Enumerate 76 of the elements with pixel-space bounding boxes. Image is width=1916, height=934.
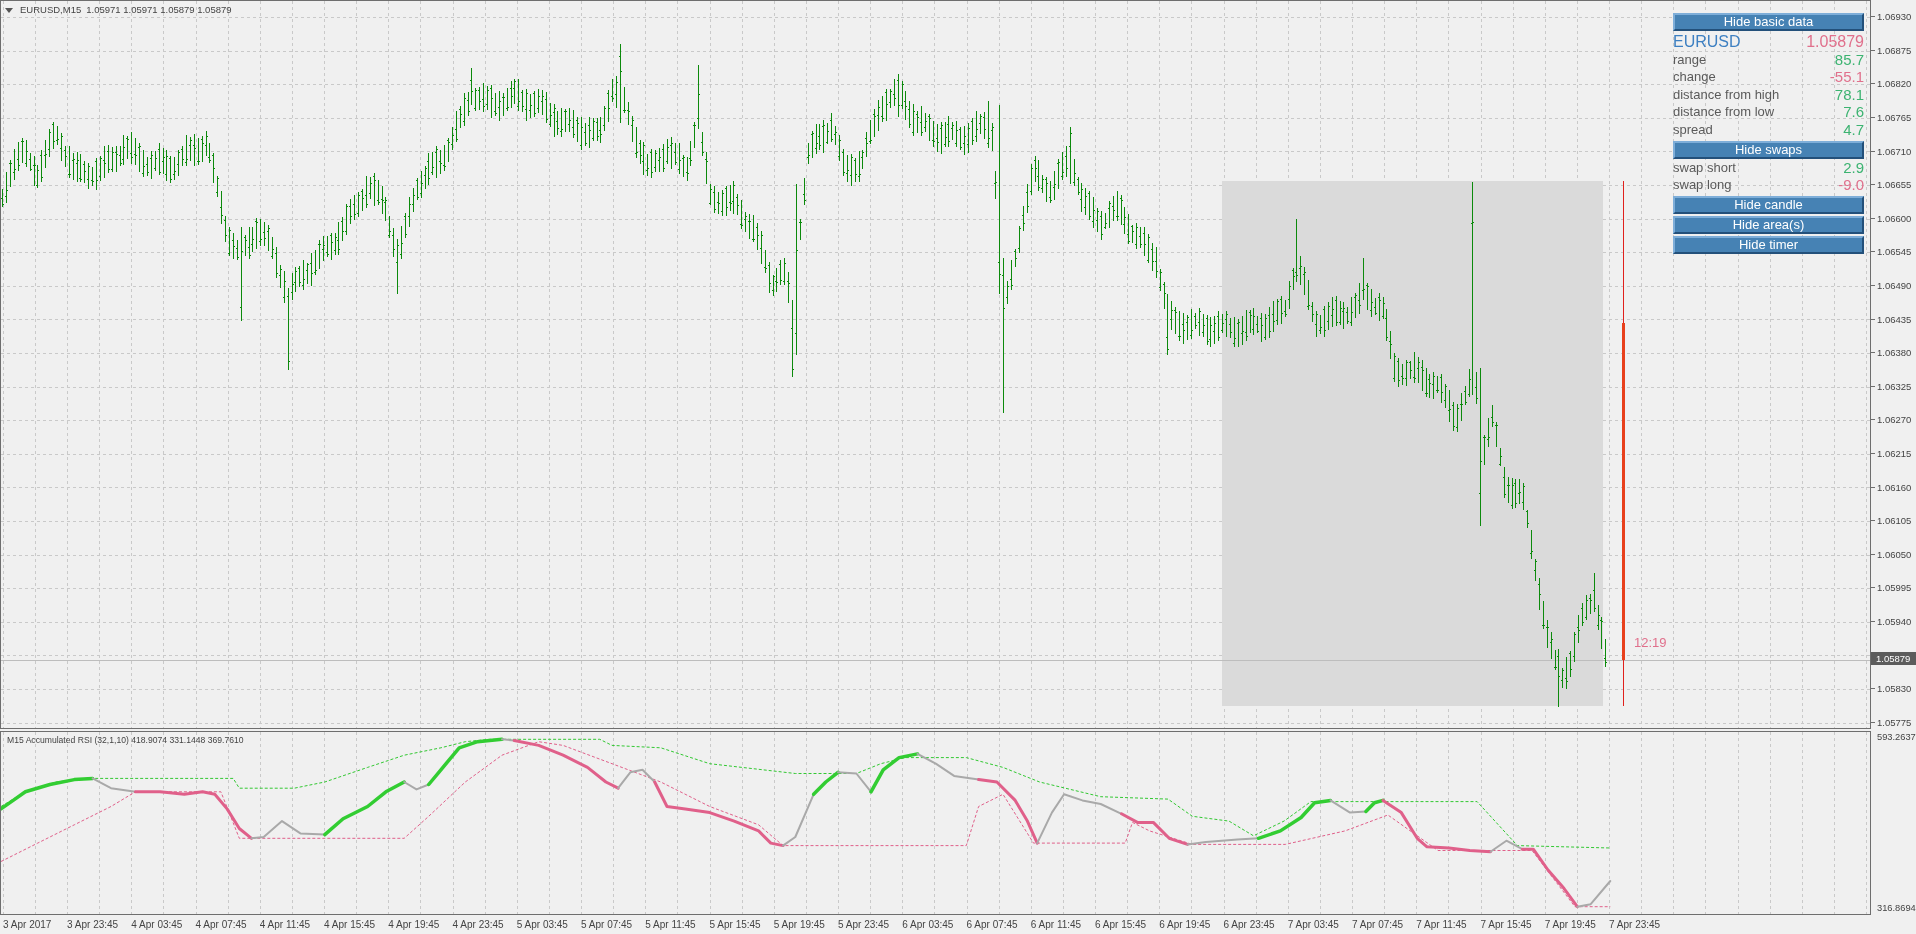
data-label: distance from low — [1673, 105, 1775, 120]
hide-button[interactable]: Hide candle — [1673, 196, 1864, 215]
caret-icon[interactable] — [5, 7, 13, 13]
current-price-tag: 1.05879 — [1871, 652, 1916, 666]
data-value: -9.0 — [1838, 177, 1864, 194]
time-axis-label: 5 Apr 07:45 — [581, 919, 634, 930]
time-axis-label: 6 Apr 07:45 — [966, 919, 1019, 930]
time-axis-label: 4 Apr 15:45 — [324, 919, 377, 930]
time-axis-label: 7 Apr 07:45 — [1352, 919, 1405, 930]
price-axis-label: 1.06600 — [1877, 212, 1912, 224]
data-value: -55.1 — [1829, 69, 1864, 86]
data-label: change — [1673, 70, 1716, 85]
data-value: 7.6 — [1843, 104, 1864, 121]
time-axis-label: 5 Apr 19:45 — [773, 919, 826, 930]
price-axis-label: 1.05995 — [1877, 582, 1912, 594]
time-axis-label: 6 Apr 23:45 — [1223, 919, 1276, 930]
indicator-axis-label: 316.8694 — [1877, 903, 1916, 913]
price-axis-label: 1.06490 — [1877, 280, 1912, 292]
time-axis-label: 7 Apr 11:45 — [1416, 919, 1468, 930]
time-axis-label: 7 Apr 15:45 — [1480, 919, 1533, 930]
time-axis-label: 6 Apr 19:45 — [1159, 919, 1212, 930]
time-axis-label: 4 Apr 03:45 — [131, 919, 184, 930]
data-value: 78.1 — [1834, 86, 1864, 104]
price-axis-label: 1.06875 — [1877, 44, 1912, 56]
price-axis-label: 1.06435 — [1877, 313, 1912, 325]
price-axis-label: 1.06765 — [1877, 112, 1912, 124]
time-axis-label: 6 Apr 11:45 — [1030, 919, 1083, 930]
data-label: distance from high — [1673, 87, 1780, 103]
symbol-name: EURUSD — [1673, 32, 1741, 51]
indicator-axis-label: 593.2637 — [1877, 732, 1916, 742]
time-axis-label: 5 Apr 15:45 — [709, 919, 762, 930]
data-label: range — [1673, 52, 1707, 67]
price-axis-label: 1.06270 — [1877, 414, 1912, 426]
data-label: spread — [1673, 123, 1713, 138]
hide-button[interactable]: Hide basic data — [1673, 13, 1864, 31]
price-axis-label: 1.06820 — [1877, 78, 1912, 90]
chart-symbol: EURUSD,M15 — [20, 4, 82, 16]
time-axis-label: 4 Apr 19:45 — [388, 919, 441, 930]
time-axis-label: 7 Apr 23:45 — [1609, 919, 1662, 930]
ohlc-values: 1.05971 1.05971 1.05879 1.05879 — [86, 4, 232, 16]
price-axis-label: 1.06050 — [1877, 548, 1912, 560]
price-axis-label: 1.05775 — [1877, 716, 1912, 728]
time-axis-label: 4 Apr 07:45 — [195, 919, 248, 930]
hide-button[interactable]: Hide swaps — [1673, 140, 1864, 159]
time-axis-label: 7 Apr 19:45 — [1544, 919, 1597, 930]
price-axis-label: 1.06160 — [1877, 481, 1912, 493]
candle-timer: 12:19 — [1634, 635, 1667, 650]
price-axis-label: 1.06545 — [1877, 246, 1912, 258]
price-axis-label: 1.06710 — [1877, 145, 1912, 157]
symbol-price: 1.05879 — [1806, 32, 1864, 51]
price-axis-label: 1.06380 — [1877, 347, 1912, 359]
price-axis-label: 1.05940 — [1877, 616, 1912, 627]
price-axis-label: 1.06105 — [1877, 515, 1912, 527]
indicator-title: M15 Accumulated RSI (32,1,10) 418.9074 331.1448 369.7610 — [7, 735, 244, 745]
time-axis-label: 5 Apr 11:45 — [645, 919, 697, 930]
hide-button[interactable]: Hide timer — [1673, 236, 1864, 255]
price-axis-label: 1.06325 — [1877, 380, 1912, 392]
price-axis-label: 1.05830 — [1877, 683, 1912, 695]
time-axis-label: 6 Apr 03:45 — [902, 919, 955, 930]
price-axis-label: 1.06930 — [1877, 11, 1912, 23]
price-axis-label: 1.06655 — [1877, 179, 1912, 191]
time-axis-label: 3 Apr 2017 — [3, 919, 53, 930]
data-label: swap long — [1673, 178, 1732, 193]
time-axis-label: 5 Apr 03:45 — [516, 919, 569, 930]
time-axis-label: 3 Apr 23:45 — [67, 919, 120, 930]
time-axis-label: 4 Apr 11:45 — [259, 919, 312, 930]
data-value: 4.7 — [1843, 121, 1864, 139]
time-axis-label: 5 Apr 23:45 — [838, 919, 891, 930]
time-axis-label: 6 Apr 15:45 — [1095, 919, 1148, 930]
time-axis-label: 7 Apr 03:45 — [1287, 919, 1340, 930]
price-axis-label: 1.06215 — [1877, 448, 1912, 459]
data-value: 85.7 — [1834, 51, 1864, 69]
hide-button[interactable]: Hide area(s) — [1673, 216, 1864, 235]
time-axis-label: 4 Apr 23:45 — [452, 919, 505, 930]
data-label: swap short — [1673, 160, 1736, 175]
data-value: 2.9 — [1843, 159, 1864, 176]
